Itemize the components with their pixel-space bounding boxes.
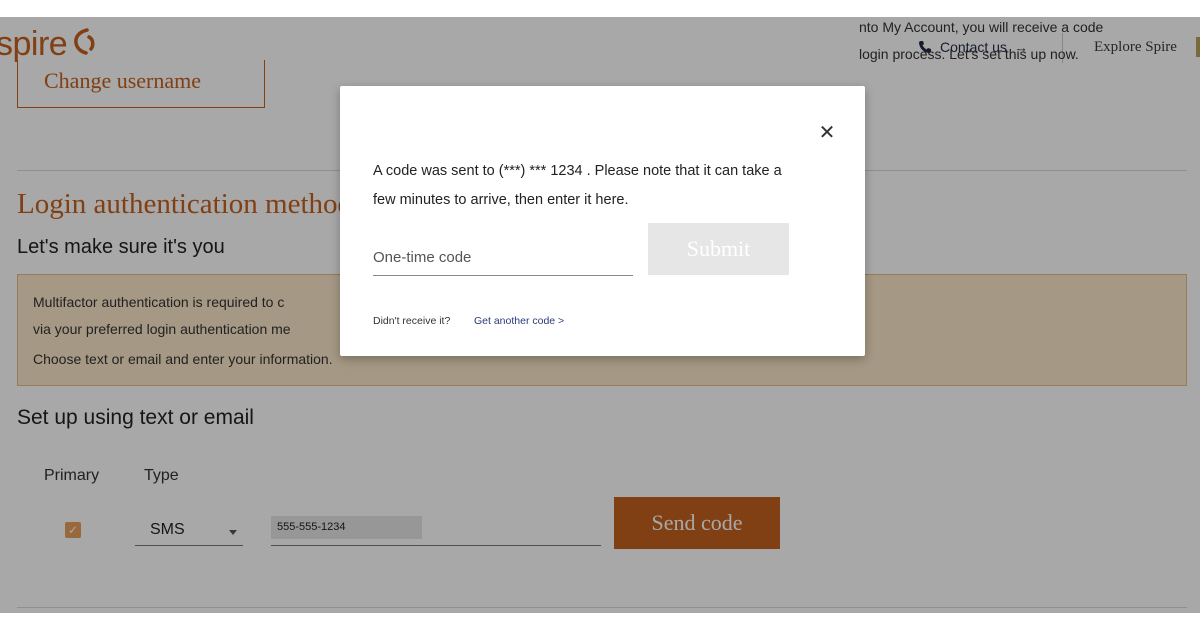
dialog-message: few minutes to arrive, then enter it her… <box>373 192 629 208</box>
submit-button[interactable]: Submit <box>648 223 789 275</box>
close-icon[interactable]: ✕ <box>817 123 837 143</box>
one-time-code-input[interactable] <box>373 249 628 266</box>
didnt-receive-text: Didn't receive it? <box>373 315 451 327</box>
one-time-code-field <box>373 243 633 276</box>
verification-code-dialog: ✕ A code was sent to (***) *** 1234 . Pl… <box>340 86 865 356</box>
get-another-code-link[interactable]: Get another code > <box>474 315 564 327</box>
dialog-message: A code was sent to (***) *** 1234 . Plea… <box>373 163 782 179</box>
